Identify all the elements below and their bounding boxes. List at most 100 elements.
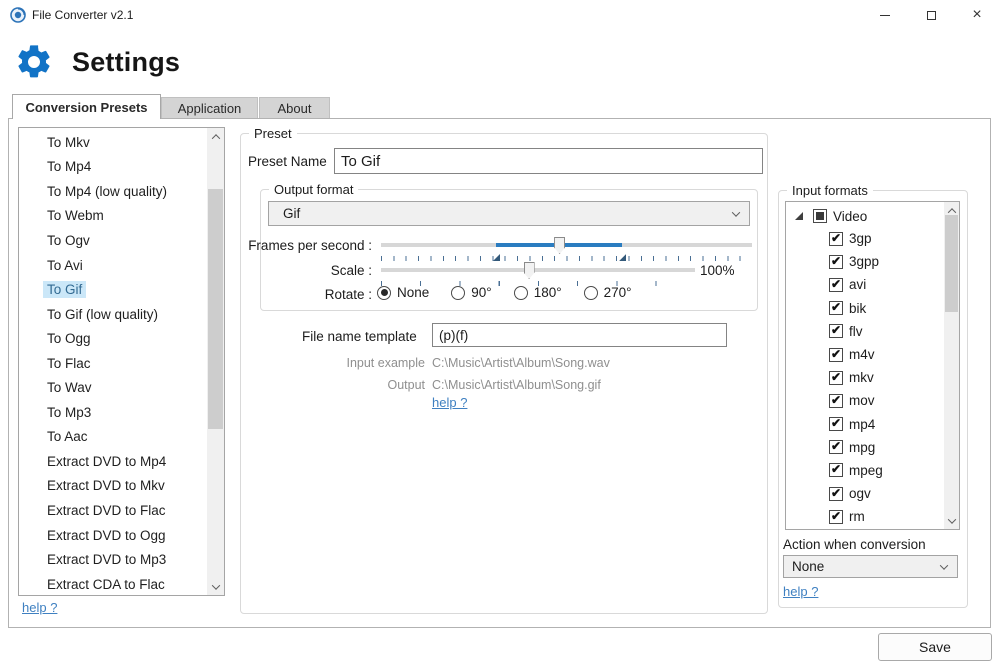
tree-expander-icon[interactable] [795,212,803,220]
list-item-label: To Flac [43,355,95,372]
output-format-select[interactable]: Gif [268,201,750,226]
list-item[interactable]: To Mp4 (low quality) [19,179,208,204]
list-item[interactable]: To Aac [19,425,208,450]
check-icon: ✔ [831,324,841,336]
tree-scrollbar[interactable] [944,202,959,529]
file-name-template-input[interactable] [432,323,727,347]
list-item-label: To Ogv [43,232,94,249]
avi-checkbox[interactable]: ✔ [829,278,843,292]
mpeg-checkbox[interactable]: ✔ [829,463,843,477]
tab-application[interactable]: Application [161,97,258,118]
file-name-template-label: File name template [302,329,417,344]
list-item[interactable]: To Avi [19,253,208,278]
list-item-label: Extract DVD to Mp4 [43,453,170,470]
template-help-link[interactable]: help ? [432,395,467,410]
format-label: rm [849,509,865,524]
scrollbar-thumb[interactable] [945,215,958,312]
tab-about[interactable]: About [259,97,330,118]
list-item[interactable]: To Wav [19,375,208,400]
action-value: None [784,559,941,574]
flv-checkbox[interactable]: ✔ [829,324,843,338]
tab-conversion-presets[interactable]: Conversion Presets [12,94,161,119]
slider-thumb[interactable] [524,262,535,279]
list-item[interactable]: Extract DVD to Mp3 [19,547,208,572]
tree-item-mkv[interactable]: ✔mkv [786,366,946,389]
bik-checkbox[interactable]: ✔ [829,301,843,315]
radio-icon[interactable] [514,286,528,300]
list-item[interactable]: To Ogv [19,228,208,253]
rotate-option-90[interactable]: 90° [451,285,491,300]
save-button[interactable]: Save [878,633,992,661]
list-item[interactable]: Extract CDA to Flac [19,572,208,597]
list-item[interactable]: Extract DVD to Mkv [19,474,208,499]
video-checkbox[interactable] [813,209,827,223]
tree-item-3gpp[interactable]: ✔3gpp [786,250,946,273]
tree-item-3gp[interactable]: ✔3gp [786,227,946,250]
list-item[interactable]: Extract DVD to Mp4 [19,449,208,474]
rm-checkbox[interactable]: ✔ [829,510,843,524]
tree-item-mov[interactable]: ✔mov [786,389,946,412]
scroll-down-icon[interactable] [207,578,224,595]
scroll-up-icon[interactable] [207,128,224,145]
scroll-down-icon[interactable] [944,512,959,529]
list-item[interactable]: To Mp4 [19,155,208,180]
tree-item-rm[interactable]: ✔ rm [786,505,946,528]
tree-item-m4v[interactable]: ✔m4v [786,343,946,366]
list-item-label: To Gif [43,281,86,298]
list-item[interactable]: To Gif (low quality) [19,302,208,327]
tree-item-mpeg[interactable]: ✔mpeg [786,459,946,482]
list-item[interactable]: Extract DVD to Flac [19,498,208,523]
tree-item-avi[interactable]: ✔avi [786,273,946,296]
input-example-value: C:\Music\Artist\Album\Song.wav [432,356,610,370]
tree-item-mpg[interactable]: ✔mpg [786,436,946,459]
tree-item-bik[interactable]: ✔ bik [786,297,946,320]
list-item[interactable]: To Mkv [19,130,208,155]
list-item[interactable]: To Mp3 [19,400,208,425]
list-item[interactable]: To Webm [19,204,208,229]
tree-item-flv[interactable]: ✔flv [786,320,946,343]
3gp-checkbox[interactable]: ✔ [829,232,843,246]
scale-value: 100% [700,263,735,278]
maximize-button[interactable] [908,0,954,30]
preset-list-scrollbar[interactable] [207,128,224,595]
mpg-checkbox[interactable]: ✔ [829,440,843,454]
mov-checkbox[interactable]: ✔ [829,394,843,408]
ogv-checkbox[interactable]: ✔ [829,487,843,501]
rotate-options: None 90° 180° 270° [377,285,632,300]
list-item[interactable]: To Ogg [19,326,208,351]
check-icon: ✔ [831,278,841,290]
list-item[interactable]: Extract DVD to Ogg [19,523,208,548]
mp4-checkbox[interactable]: ✔ [829,417,843,431]
scale-label: Scale : [282,263,372,278]
check-icon: ✔ [831,440,841,452]
radio-icon[interactable] [377,286,391,300]
scrollbar-thumb[interactable] [208,189,223,429]
rotate-option-180[interactable]: 180° [514,285,562,300]
m4v-checkbox[interactable]: ✔ [829,348,843,362]
formats-help-link[interactable]: help ? [783,584,818,599]
preset-name-input[interactable] [334,148,763,174]
3gpp-checkbox[interactable]: ✔ [829,255,843,269]
fps-slider[interactable] [381,237,752,254]
close-button[interactable]: × [954,0,1000,30]
radio-icon[interactable] [451,286,465,300]
action-select[interactable]: None [783,555,958,578]
list-item-label: To Gif (low quality) [43,306,162,323]
presets-help-link[interactable]: help ? [22,600,57,615]
radio-icon[interactable] [584,286,598,300]
scale-slider[interactable] [381,262,695,279]
list-item-label: To Webm [43,207,108,224]
list-item-selected[interactable]: To Gif [19,277,208,302]
list-item[interactable]: To Flac [19,351,208,376]
rotate-option-270[interactable]: 270° [584,285,632,300]
tree-item-mp4[interactable]: ✔mp4 [786,413,946,436]
input-formats-tree: Video ✔3gp✔3gpp✔avi✔bik✔flv✔m4v✔mkv✔mov✔… [785,201,960,530]
mkv-checkbox[interactable]: ✔ [829,371,843,385]
minimize-button[interactable] [862,0,908,30]
format-label: bik [849,301,866,316]
slider-thumb[interactable] [554,237,565,254]
tree-item-ogv[interactable]: ✔ogv [786,482,946,505]
radio-label: 180° [534,285,562,300]
rotate-option-None[interactable]: None [377,285,429,300]
output-format-group-label: Output format [269,182,358,197]
